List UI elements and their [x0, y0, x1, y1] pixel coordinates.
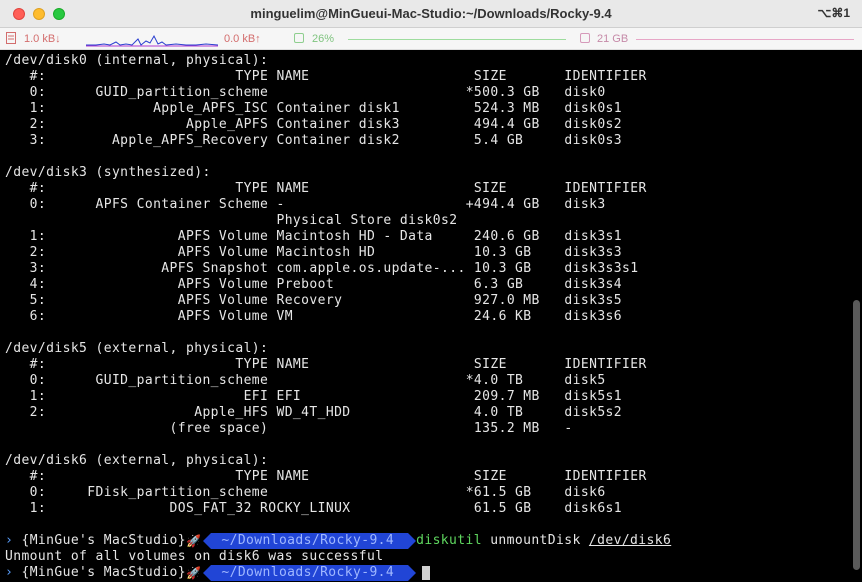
prompt-path: ~/Downloads/Rocky-9.4: [203, 565, 416, 581]
output-line: /dev/disk0 (internal, physical):: [5, 53, 269, 68]
cpu-usage: 26%: [312, 33, 335, 45]
output-line: 3: APFS Snapshot com.apple.os.update-...…: [5, 261, 639, 276]
output-line: (free space) 135.2 MB -: [5, 421, 573, 436]
output-line: #: TYPE NAME SIZE IDENTIFIER: [5, 469, 647, 484]
command-args: unmountDisk: [490, 533, 581, 548]
output-line: /dev/disk6 (external, physical):: [5, 453, 269, 468]
output-line: /dev/disk5 (external, physical):: [5, 341, 269, 356]
title-bar[interactable]: minguelim@MinGueui-Mac-Studio:~/Download…: [0, 0, 862, 28]
output-line: 2: Apple_HFS WD_4T_HDD 4.0 TB disk5s2: [5, 405, 622, 420]
output-line: #: TYPE NAME SIZE IDENTIFIER: [5, 69, 647, 84]
output-line: 0: APFS Container Scheme - +494.4 GB dis…: [5, 197, 606, 212]
memory-graph: [636, 39, 854, 40]
output-line: 0: FDisk_partition_scheme *61.5 GB disk6: [5, 485, 606, 500]
prompt-arrow-icon: ›: [5, 533, 22, 548]
output-line: 1: EFI EFI 209.7 MB disk5s1: [5, 389, 622, 404]
output-line: 4: APFS Volume Preboot 6.3 GB disk3s4: [5, 277, 622, 292]
output-line: 2: Apple_APFS Container disk3 494.4 GB d…: [5, 117, 622, 132]
memory-usage: 21 GB: [597, 33, 629, 45]
network-graph: [86, 34, 218, 47]
command-name: diskutil: [416, 533, 482, 548]
window-shortcut: ⌥⌘1: [817, 6, 850, 20]
prompt-path: ~/Downloads/Rocky-9.4: [203, 533, 416, 549]
text-cursor[interactable]: [422, 566, 431, 580]
output-line: 3: Apple_APFS_Recovery Container disk2 5…: [5, 133, 622, 148]
command-device: /dev/disk6: [588, 533, 672, 548]
output-line: 1: DOS_FAT_32 ROCKY_LINUX 61.5 GB disk6s…: [5, 501, 622, 516]
output-line: #: TYPE NAME SIZE IDENTIFIER: [5, 181, 647, 196]
output-line: 0: GUID_partition_scheme *4.0 TB disk5: [5, 373, 606, 388]
prompt-line: › {MinGue's MacStudio} 🚀 ~/Downloads/Roc…: [5, 533, 862, 549]
output-line: 6: APFS Volume VM 24.6 KB disk3s6: [5, 309, 622, 324]
prompt-arrow-icon: ›: [5, 565, 22, 580]
output-line: 1: Apple_APFS_ISC Container disk1 524.3 …: [5, 101, 622, 116]
prompt-host: {MinGue's MacStudio}: [21, 533, 187, 548]
scrollbar[interactable]: [853, 300, 860, 570]
output-line: #: TYPE NAME SIZE IDENTIFIER: [5, 357, 647, 372]
rocket-icon: 🚀: [186, 566, 202, 580]
window-title: minguelim@MinGueui-Mac-Studio:~/Download…: [250, 6, 612, 21]
prompt-line[interactable]: › {MinGue's MacStudio} 🚀 ~/Downloads/Roc…: [5, 565, 862, 581]
output-line: 0: GUID_partition_scheme *500.3 GB disk0: [5, 85, 606, 100]
network-icon: [6, 32, 16, 44]
output-line: 1: APFS Volume Macintosh HD - Data 240.6…: [5, 229, 622, 244]
terminal-output[interactable]: /dev/disk0 (internal, physical): #: TYPE…: [5, 53, 862, 581]
terminal-window: minguelim@MinGueui-Mac-Studio:~/Download…: [0, 0, 862, 582]
memory-icon: [580, 33, 590, 43]
output-line: 5: APFS Volume Recovery 927.0 MB disk3s5: [5, 293, 622, 308]
status-bar: 1.0 kB↓ 0.0 kB↑ 26% 21 GB: [0, 28, 862, 50]
rocket-icon: 🚀: [186, 534, 202, 548]
prompt-host: {MinGue's MacStudio}: [21, 565, 187, 580]
network-upload-rate: 0.0 kB↑: [224, 33, 261, 45]
cpu-icon: [294, 33, 304, 43]
network-download-rate: 1.0 kB↓: [24, 33, 61, 45]
output-line: 2: APFS Volume Macintosh HD 10.3 GB disk…: [5, 245, 622, 260]
cpu-graph: [348, 39, 566, 40]
output-line: /dev/disk3 (synthesized):: [5, 165, 211, 180]
output-line: Physical Store disk0s2: [5, 213, 458, 228]
command-output: Unmount of all volumes on disk6 was succ…: [5, 549, 384, 564]
